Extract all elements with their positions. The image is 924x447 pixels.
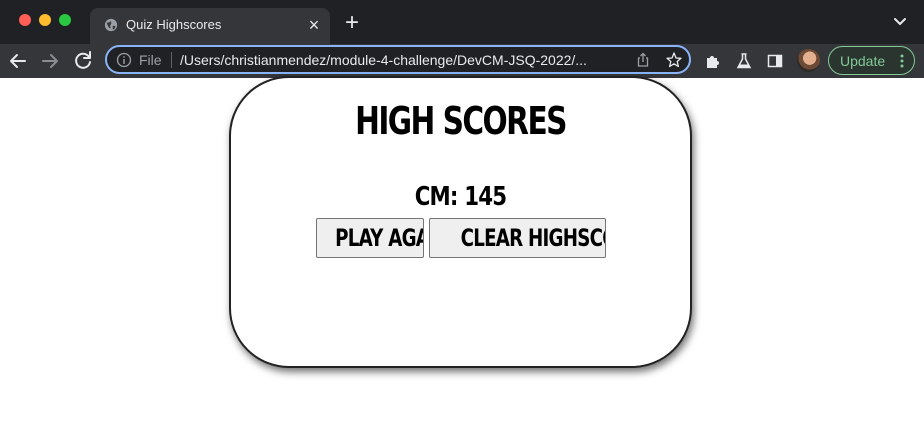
url-scheme-label: File xyxy=(139,52,162,68)
window-maximize-button[interactable] xyxy=(59,14,71,26)
highscores-card: HIGH SCORES CM: 145 PLAY AGAIN CLEAR HIG… xyxy=(229,76,692,368)
side-panel-icon[interactable] xyxy=(766,52,784,70)
page-title: HIGH SCORES xyxy=(355,99,567,143)
globe-icon xyxy=(104,18,118,32)
new-tab-button[interactable]: + xyxy=(340,11,364,35)
reload-icon[interactable] xyxy=(71,49,95,73)
update-label: Update xyxy=(840,53,886,69)
labs-flask-icon[interactable] xyxy=(735,52,753,70)
play-again-button[interactable]: PLAY AGAIN xyxy=(316,218,424,258)
tab-quiz-highscores[interactable]: Quiz Highscores × xyxy=(90,8,330,44)
tab-close-icon[interactable]: × xyxy=(304,15,324,35)
more-menu-icon[interactable] xyxy=(898,53,906,69)
url-text[interactable]: /Users/christianmendez/module-4-challeng… xyxy=(180,52,630,68)
bookmark-star-icon[interactable] xyxy=(665,51,683,69)
profile-avatar[interactable] xyxy=(797,49,820,72)
browser-toolbar: File /Users/christianmendez/module-4-cha… xyxy=(0,44,924,78)
window-close-button[interactable] xyxy=(19,14,31,26)
play-again-label: PLAY AGAIN xyxy=(335,224,423,252)
extensions-puzzle-icon[interactable] xyxy=(704,52,722,70)
score-entry: CM: 145 xyxy=(414,182,507,212)
omnibox-divider xyxy=(171,52,172,68)
info-icon[interactable] xyxy=(116,52,132,68)
back-arrow-icon[interactable] xyxy=(6,49,30,73)
share-icon[interactable] xyxy=(635,52,651,68)
address-bar[interactable]: File /Users/christianmendez/module-4-cha… xyxy=(105,45,691,74)
browser-title-bar: Quiz Highscores × + xyxy=(0,0,924,44)
forward-arrow-icon[interactable] xyxy=(38,49,62,73)
clear-highscores-button[interactable]: CLEAR HIGHSCORES xyxy=(429,218,606,258)
clear-highscores-label: CLEAR HIGHSCORES xyxy=(460,224,605,252)
tab-title: Quiz Highscores xyxy=(126,17,222,32)
page-viewport: HIGH SCORES CM: 145 PLAY AGAIN CLEAR HIG… xyxy=(0,76,924,447)
update-button[interactable]: Update xyxy=(828,46,915,75)
chevron-down-icon[interactable] xyxy=(890,12,910,32)
window-minimize-button[interactable] xyxy=(39,14,51,26)
